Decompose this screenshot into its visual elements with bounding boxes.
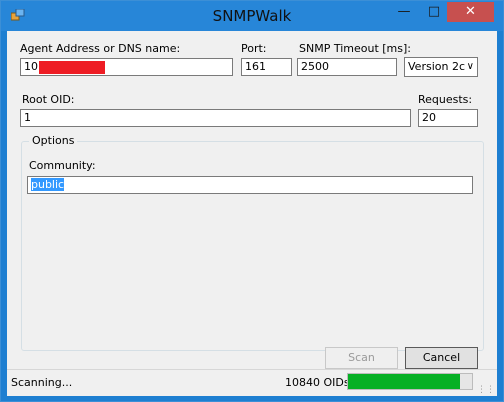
scan-button[interactable]: Scan: [325, 347, 398, 369]
port-input[interactable]: 161: [241, 58, 292, 76]
agent-address-input[interactable]: 10: [20, 58, 233, 76]
requests-input[interactable]: 20: [418, 109, 478, 127]
close-icon: ✕: [465, 4, 476, 19]
community-label: Community:: [29, 159, 96, 172]
requests-label: Requests:: [418, 93, 473, 106]
snmp-timeout-input[interactable]: 2500: [297, 58, 397, 76]
root-oid-input[interactable]: 1: [20, 109, 411, 127]
community-value: public: [31, 178, 65, 191]
minimize-button[interactable]: —: [391, 2, 417, 22]
snmpwalk-window: SNMPWalk — □ ✕ Agent Address or DNS name…: [0, 0, 504, 402]
version-value: Version 2c: [408, 60, 465, 73]
maximize-icon: □: [427, 4, 441, 19]
title-bar[interactable]: SNMPWalk — □ ✕: [1, 1, 503, 31]
oid-count: 10840 OIDs: [285, 376, 350, 389]
root-oid-label: Root OID:: [22, 93, 75, 106]
redaction-mark: [39, 60, 105, 74]
community-input[interactable]: public: [27, 176, 473, 194]
options-group: [21, 141, 484, 351]
version-select[interactable]: Version 2c ∨: [404, 57, 478, 77]
agent-address-value: 10: [24, 60, 38, 73]
port-label: Port:: [241, 42, 267, 55]
close-button[interactable]: ✕: [447, 2, 494, 22]
minimize-icon: —: [397, 4, 411, 19]
maximize-button[interactable]: □: [421, 2, 447, 22]
snmp-timeout-label: SNMP Timeout [ms]:: [299, 42, 411, 55]
agent-address-label: Agent Address or DNS name:: [20, 42, 181, 55]
client-area: Agent Address or DNS name: 10 Port: 161 …: [7, 31, 497, 396]
resize-grip-icon[interactable]: ⋮⋮: [477, 386, 495, 395]
scan-progress-bar: [347, 373, 473, 390]
options-group-title: Options: [29, 134, 78, 147]
chevron-down-icon: ∨: [466, 61, 474, 72]
status-bar: Scanning... 10840 OIDs ⋮⋮: [7, 369, 497, 396]
status-text: Scanning...: [11, 376, 73, 389]
progress-fill: [348, 374, 460, 389]
cancel-button[interactable]: Cancel: [405, 347, 478, 369]
